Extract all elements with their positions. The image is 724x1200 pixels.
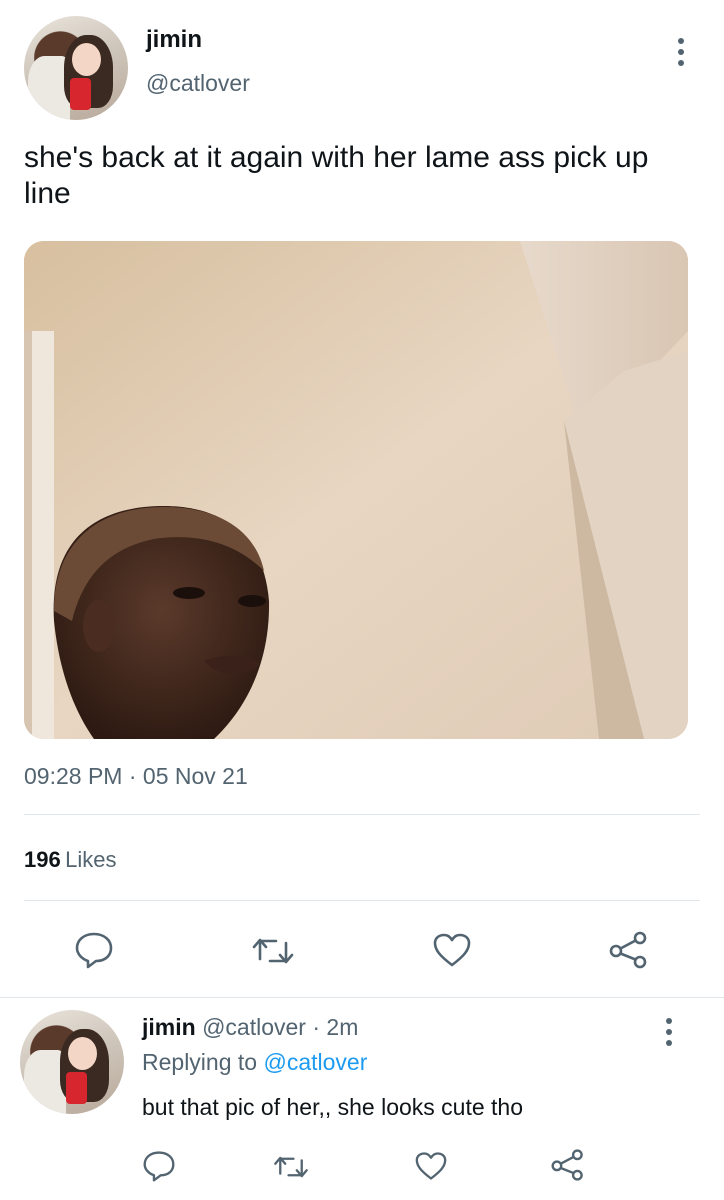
media-photo [24,241,688,739]
reply-icon[interactable] [74,931,114,969]
reply-age[interactable]: 2m [326,1014,358,1040]
reply-separator: · [312,1014,321,1040]
divider [0,997,724,998]
retweet-icon[interactable] [250,933,296,969]
like-icon[interactable] [414,1151,448,1181]
tweet-text: she's back at it again with her lame ass… [24,141,649,210]
author-name[interactable]: jimin [146,26,202,54]
reply-author-name[interactable]: jimin [142,1014,196,1040]
author-avatar[interactable] [24,16,128,120]
share-icon[interactable] [608,930,650,970]
meta-separator: · [128,763,137,789]
tweet-time: 09:28 PM [24,763,123,789]
likes-count: 196 [24,847,61,872]
reply-header: jimin @catlover · 2m [142,1014,358,1041]
more-icon[interactable] [678,38,684,71]
replying-to-prefix: Replying to [142,1049,258,1075]
replying-to: Replying to @catlover [142,1049,367,1076]
share-icon[interactable] [550,1148,586,1182]
tweet-media[interactable] [24,241,688,739]
like-icon[interactable] [432,932,472,968]
likes-label: Likes [65,847,117,872]
reply-author-handle[interactable]: @catlover [202,1014,306,1040]
reply-icon[interactable] [142,1150,176,1182]
divider [24,900,700,901]
more-icon[interactable] [666,1018,672,1051]
divider [24,814,700,815]
tweet-timestamp[interactable]: 09:28 PM · 05 Nov 21 [24,763,248,790]
author-handle[interactable]: @catlover [146,70,250,97]
reply-avatar[interactable] [20,1010,124,1114]
retweet-icon[interactable] [272,1152,310,1182]
reply-text: but that pic of her,, she looks cute tho [142,1094,524,1120]
replying-to-handle[interactable]: @catlover [263,1049,367,1075]
likes-stat[interactable]: 196 Likes [24,847,117,873]
tweet-date: 05 Nov 21 [142,763,248,789]
